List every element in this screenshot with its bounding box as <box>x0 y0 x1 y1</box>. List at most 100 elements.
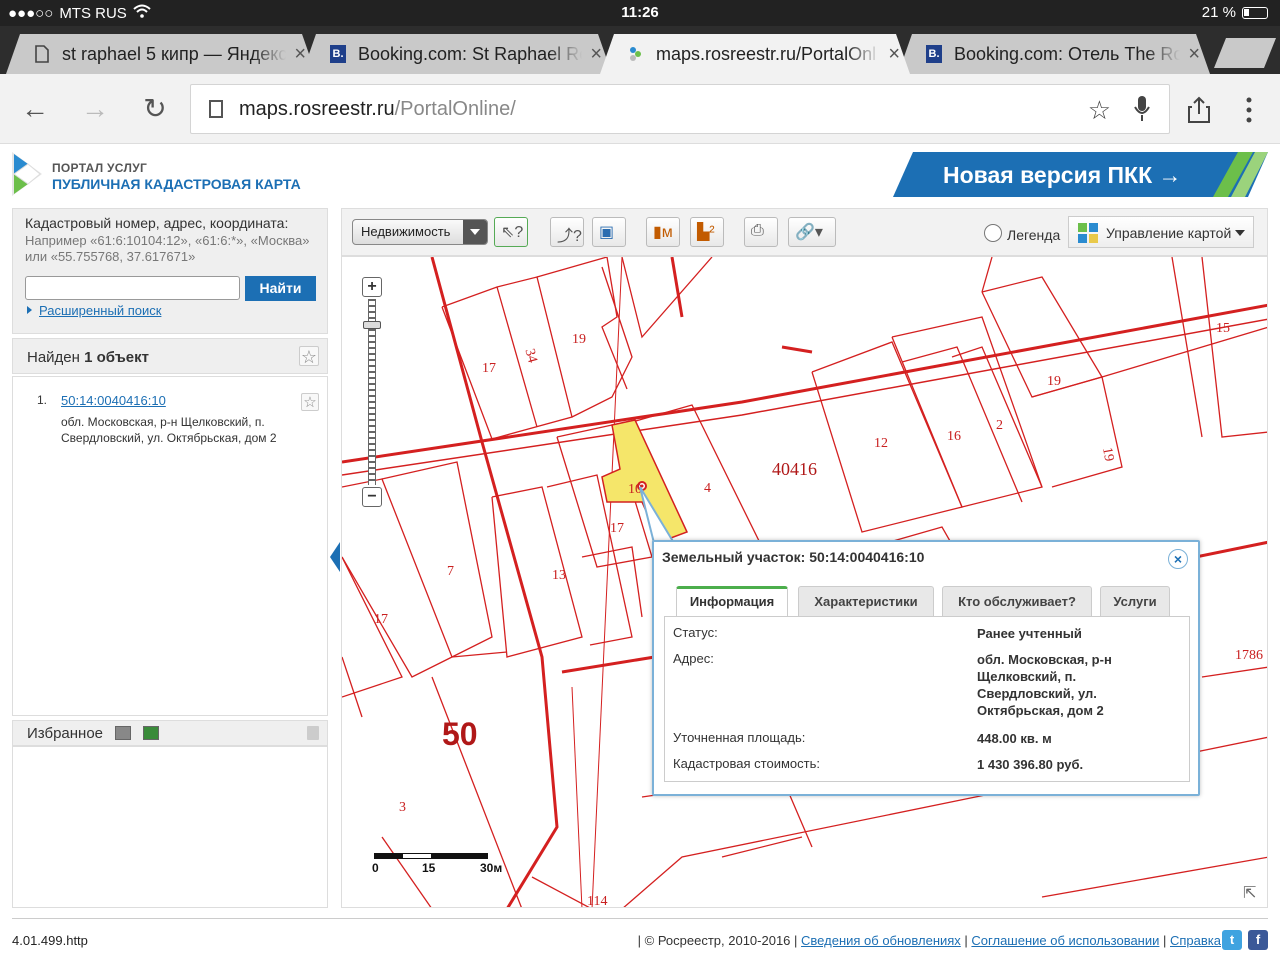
parcel-info-popup: Земельный участок: 50:14:0040416:10 × Ин… <box>652 540 1200 796</box>
legend-checkbox[interactable] <box>984 224 1002 242</box>
advanced-search-link[interactable]: Расширенный поиск <box>39 303 161 318</box>
back-button[interactable]: ← <box>20 94 50 124</box>
updates-link[interactable]: Сведения об обновлениях <box>801 933 961 948</box>
search-heading: Кадастровый номер, адрес, координата: <box>25 215 289 231</box>
portal-title: ПУБЛИЧНАЯ КАДАСТРОВАЯ КАРТА <box>52 176 301 192</box>
scale-tick: 15 <box>422 861 436 875</box>
result-address: обл. Московская, р-н Щелковский, п. Свер… <box>61 415 277 445</box>
share-icon[interactable] <box>1186 96 1212 124</box>
parcel-label: 3 <box>399 800 406 815</box>
result-cadastral-link[interactable]: 50:14:0040416:10 <box>61 393 166 408</box>
terms-link[interactable]: Соглашение об использовании <box>971 933 1159 948</box>
new-version-banner[interactable]: Новая версия ПКК → <box>893 152 1268 197</box>
result-number: 1. <box>37 393 48 407</box>
info-value: 448.00 кв. м <box>977 731 1052 746</box>
popup-title: Земельный участок: 50:14:0040416:10 <box>662 549 925 565</box>
url-text[interactable]: maps.rosreestr.ru/PortalOnline/ <box>239 98 516 121</box>
pointer-query-icon: ⇖? <box>501 224 524 241</box>
measure-length-tool-button[interactable]: ▮ᴍ <box>646 217 680 247</box>
measure-area-tool-button[interactable]: ⤴? <box>550 217 584 247</box>
tab-close-icon[interactable]: × <box>294 43 306 66</box>
reload-button[interactable]: ↻ <box>140 94 170 124</box>
resize-map-icon[interactable]: ⇱ <box>1243 883 1261 902</box>
zoom-in-button[interactable]: + <box>362 277 382 297</box>
parcel-label: 2 <box>996 418 1003 433</box>
tab-characteristics[interactable]: Характеристики <box>798 586 934 616</box>
parcel-label: 1786 <box>1235 648 1263 663</box>
tab-information[interactable]: Информация <box>676 586 788 616</box>
tab-title: Booking.com: St Raphael Re <box>358 43 583 64</box>
tab-close-icon[interactable]: × <box>1188 43 1200 66</box>
tab-strip: st raphael 5 кипр — Яндекс × B. Booking.… <box>0 26 1280 74</box>
tab-close-icon[interactable]: × <box>888 43 900 66</box>
parcel-label: 7 <box>447 564 454 579</box>
tab-title: Booking.com: Отель The Ro <box>954 43 1181 64</box>
results-header: Найден 1 объект ☆ <box>12 338 328 374</box>
parcel-label: 4 <box>704 481 711 496</box>
ruler-icon: ▮ᴍ <box>653 224 673 241</box>
find-button[interactable]: Найти <box>245 276 316 301</box>
tab-who-serves[interactable]: Кто обслуживает? <box>942 586 1092 616</box>
cadastral-map[interactable]: 17 34 19 15 12 16 2 19 19 4 10 17 13 7 1… <box>341 256 1268 908</box>
quarter-label: 40416 <box>772 459 817 479</box>
address-bar[interactable]: maps.rosreestr.ru/PortalOnline/ ☆ <box>190 84 1170 134</box>
overflow-menu-icon[interactable] <box>1244 96 1254 124</box>
zoom-control: + − <box>362 277 382 509</box>
facebook-icon[interactable]: f <box>1248 930 1268 950</box>
info-key: Статус: <box>673 625 718 640</box>
browser-tab-yandex[interactable]: st raphael 5 кипр — Яндекс × <box>6 34 316 74</box>
favorites-list <box>12 746 328 908</box>
new-version-label: Новая версия ПКК → <box>943 162 1182 188</box>
tab-close-icon[interactable]: × <box>590 43 602 66</box>
battery-icon <box>1242 6 1268 19</box>
import-excel-icon[interactable] <box>143 726 159 740</box>
browser-tab-booking-2[interactable]: B. Booking.com: Отель The Ro × <box>898 34 1210 74</box>
search-input[interactable] <box>25 276 240 300</box>
microphone-icon[interactable] <box>1133 95 1151 123</box>
layer-select-value: Недвижимость <box>361 224 451 239</box>
parcel-label: 12 <box>874 436 888 451</box>
trash-icon[interactable] <box>307 726 319 740</box>
footer-divider <box>12 918 1268 919</box>
bookmark-star-icon[interactable]: ☆ <box>1088 95 1111 126</box>
measure-square-tool-button[interactable]: ▙² <box>690 217 724 247</box>
tab-services[interactable]: Услуги <box>1100 586 1170 616</box>
forward-button[interactable]: → <box>80 94 110 124</box>
map-control-label: Управление картой <box>1106 225 1232 241</box>
favorite-all-star-icon[interactable]: ☆ <box>299 346 319 367</box>
layer-select[interactable]: Недвижимость <box>352 219 488 245</box>
zoom-out-button[interactable]: − <box>362 487 382 507</box>
search-panel: Кадастровый номер, адрес, координата: На… <box>12 208 328 334</box>
collapse-panel-handle[interactable] <box>330 542 340 572</box>
parcel-label: 17 <box>482 361 496 376</box>
info-value: 1 430 396.80 руб. <box>977 757 1084 772</box>
zoom-slider-handle[interactable] <box>363 321 381 329</box>
browser-tab-rosreestr[interactable]: maps.rosreestr.ru/PortalOnl × <box>600 34 910 74</box>
popup-pointer <box>639 486 674 543</box>
new-tab-button[interactable] <box>1214 38 1276 68</box>
parcel-label: 13 <box>552 568 566 583</box>
curve-query-icon: ⤴? <box>557 228 582 245</box>
area-ruler-icon: ▙² <box>697 224 715 241</box>
favorites-header: Избранное <box>12 720 328 746</box>
area-query-tool-button[interactable]: ▣ <box>592 217 626 247</box>
map-control-dropdown[interactable]: Управление картой <box>1068 216 1254 248</box>
status-bar: ●●●○○ MTS RUS 11:26 21 % <box>0 0 1280 26</box>
link-tool-button[interactable]: 🔗▾ <box>788 217 836 247</box>
info-value: Ранее учтенный <box>977 626 1082 641</box>
export-excel-icon[interactable] <box>115 726 131 740</box>
parcel-label: 15 <box>1216 321 1230 336</box>
parcel-label: 17 <box>374 612 388 627</box>
add-favorite-star-icon[interactable]: ☆ <box>301 393 319 411</box>
document-icon <box>34 45 50 63</box>
browser-tab-booking-1[interactable]: B. Booking.com: St Raphael Re × <box>302 34 612 74</box>
print-tool-button[interactable]: ⎙ <box>744 217 778 247</box>
help-link[interactable]: Справка <box>1170 933 1221 948</box>
parcel-label: 19 <box>1047 374 1061 389</box>
twitter-icon[interactable]: t <box>1222 930 1242 950</box>
portal-logo-icon <box>12 152 42 196</box>
page-info-icon[interactable] <box>209 100 223 118</box>
popup-close-icon[interactable]: × <box>1168 549 1188 569</box>
identify-tool-button[interactable]: ⇖? <box>494 217 528 247</box>
popup-info-table: Статус: Ранее учтенный Адрес: обл. Моско… <box>664 616 1190 782</box>
